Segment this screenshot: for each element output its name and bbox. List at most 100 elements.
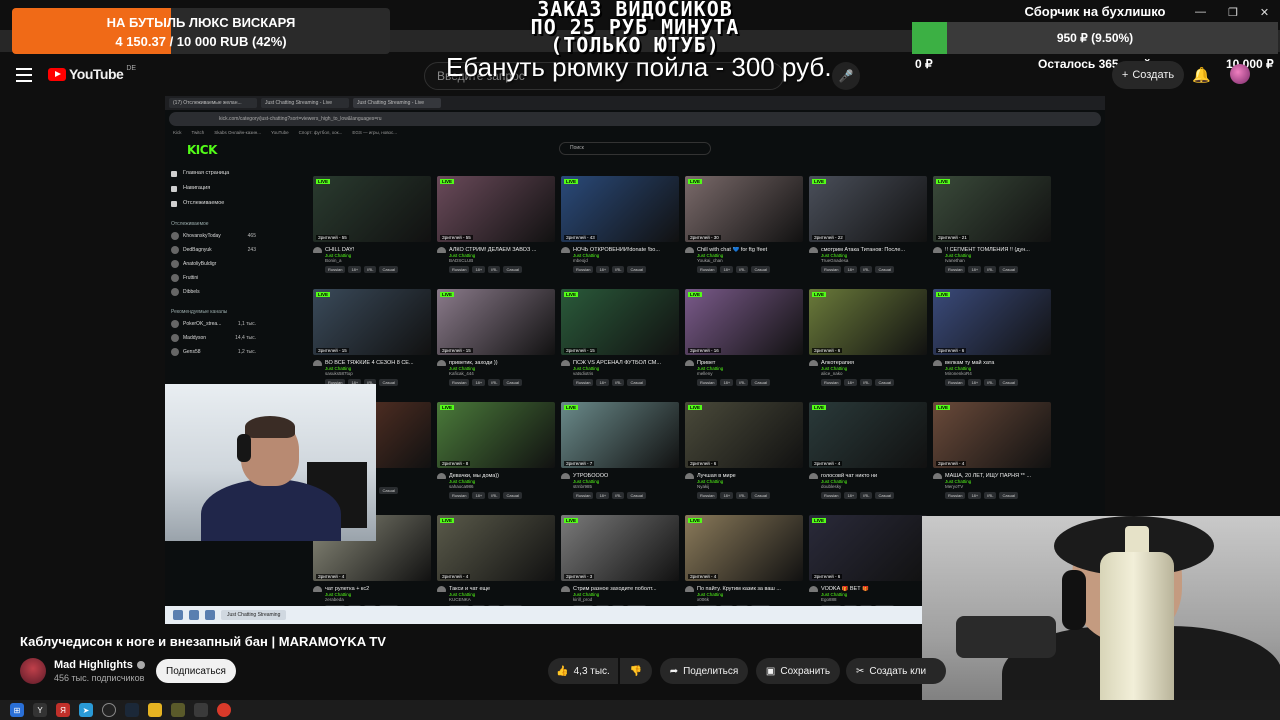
stream-title[interactable]: CHILL DAY!	[313, 247, 431, 253]
stream-card[interactable]: LIVE Зрителей - 55 CHILL DAY! Just Chatting…	[313, 176, 431, 284]
tag[interactable]: 18+	[968, 266, 982, 273]
bookmark[interactable]: YouTube	[271, 128, 289, 138]
tag[interactable]: Russian	[449, 379, 470, 386]
maximize-icon[interactable]: ❐	[1228, 6, 1238, 19]
stream-thumbnail[interactable]: LIVE Зрителей - 55	[437, 176, 555, 242]
stream-title[interactable]: Chill with chat 💙 for ftg !feet	[685, 247, 803, 253]
stream-thumbnail[interactable]: LIVE Зрителей - 3	[561, 515, 679, 581]
tag[interactable]: Russian	[821, 266, 842, 273]
stream-user[interactable]: Ego888	[809, 597, 927, 602]
window-controls[interactable]: — ❐ ✕	[1195, 6, 1269, 19]
tag[interactable]: Casual	[503, 266, 522, 273]
tag[interactable]: 18+	[968, 379, 982, 386]
stream-user[interactable]: Bonin_a	[313, 258, 431, 263]
dislike-button[interactable]: 👎	[620, 658, 652, 684]
tag[interactable]: Casual	[875, 266, 894, 273]
tag[interactable]: Casual	[875, 379, 894, 386]
stream-card[interactable]: LIVE Зрителей - 22 смотрим Атака Титанов: …	[809, 176, 927, 284]
stream-card[interactable]: LIVE Зрителей - 8 Девачки, мы дома)) Just C…	[437, 402, 555, 510]
tag[interactable]: Casual	[751, 492, 770, 499]
stream-title[interactable]: Девачки, мы дома))	[437, 473, 555, 479]
tag[interactable]: IRL	[860, 492, 873, 499]
tag[interactable]: IRL	[736, 266, 749, 273]
tag[interactable]: 18+	[844, 492, 858, 499]
stream-thumbnail[interactable]: LIVE Зрителей - 4	[685, 515, 803, 581]
stream-user[interactable]: Kaficak_444	[437, 371, 555, 376]
tag[interactable]: 18+	[844, 266, 858, 273]
like-button[interactable]: 👍 4,3 тыс.	[548, 658, 618, 684]
stream-title[interactable]: МАША, 20 ЛЕТ, ИЩУ ПАРНЯ ** ...	[933, 473, 1051, 479]
tag[interactable]: 18+	[844, 379, 858, 386]
channel-name[interactable]: Mad Highlights	[54, 659, 145, 671]
stream-user[interactable]: kirill_prod	[561, 597, 679, 602]
stream-title[interactable]: ПСЖ VS АРСЕНАЛ ФУТБОЛ СМ...	[561, 360, 679, 366]
tag[interactable]: Casual	[751, 266, 770, 273]
tag[interactable]: 18+	[472, 492, 486, 499]
tag[interactable]: 18+	[348, 266, 362, 273]
stream-card[interactable]: LIVE Зрителей - 4 МАША, 20 ЛЕТ, ИЩУ ПАРНЯ …	[933, 402, 1051, 510]
stream-card[interactable]: LIVE Зрителей - 6 велкам ту май хата Just C…	[933, 289, 1051, 397]
sidebar-channel[interactable]: Dibbels	[171, 285, 306, 299]
sidebar-channel[interactable]: Maddyson 14,4 тыс.	[171, 331, 306, 345]
tag[interactable]: Casual	[751, 379, 770, 386]
stream-title[interactable]: Привет	[685, 360, 803, 366]
stream-card[interactable]: LIVE Зрителей - 7 УТРОБОООО Just Chatting st…	[561, 402, 679, 510]
tag[interactable]: IRL	[488, 266, 501, 273]
tag[interactable]: IRL	[364, 266, 377, 273]
stream-user[interactable]: Ivanethan	[933, 258, 1051, 263]
stream-title[interactable]: Алкотерапия	[809, 360, 927, 366]
tag[interactable]: Russian	[945, 266, 966, 273]
steam-icon[interactable]	[125, 703, 139, 717]
tag[interactable]: Casual	[999, 266, 1018, 273]
create-button[interactable]: + Создать	[1112, 61, 1184, 89]
sidebar-channel[interactable]: Fruttini	[171, 271, 306, 285]
stream-thumbnail[interactable]: LIVE Зрителей - 30	[685, 176, 803, 242]
stream-user[interactable]: Nyakij	[685, 484, 803, 489]
tag[interactable]: IRL	[612, 379, 625, 386]
stream-title[interactable]: чат рулетка + кс2	[313, 586, 431, 592]
menu-icon[interactable]	[16, 68, 32, 82]
tag[interactable]: Russian	[449, 492, 470, 499]
tag[interactable]: IRL	[860, 379, 873, 386]
stream-user[interactable]: strnbr985	[561, 484, 679, 489]
folder-icon[interactable]	[148, 703, 162, 717]
close-icon[interactable]: ✕	[1260, 6, 1269, 19]
stream-card[interactable]: LIVE Зрителей - 55 АЛКО СТРИМ! ДЕЛАЕМ ЗАВО…	[437, 176, 555, 284]
yandex-icon[interactable]: Y	[33, 703, 47, 717]
stream-thumbnail[interactable]: LIVE Зрителей - 22	[809, 176, 927, 242]
tag[interactable]: Russian	[325, 266, 346, 273]
tag[interactable]: IRL	[612, 266, 625, 273]
tag[interactable]: Casual	[875, 492, 894, 499]
channel-name-text[interactable]: Mad Highlights	[54, 659, 133, 671]
tag[interactable]: Russian	[945, 492, 966, 499]
tag[interactable]: Russian	[697, 266, 718, 273]
chrome-icon[interactable]	[217, 703, 231, 717]
tag[interactable]: Russian	[697, 492, 718, 499]
sidebar-channel[interactable]: PokerOK_strea... 1,1 тыс.	[171, 317, 306, 331]
stream-thumbnail[interactable]: LIVE Зрителей - 6	[809, 515, 927, 581]
obs-icon[interactable]	[102, 703, 116, 717]
stream-card[interactable]: LIVE Зрителей - 4 голосовй чат никто ни Jus…	[809, 402, 927, 510]
stream-user[interactable]: doublesky	[809, 484, 927, 489]
tag[interactable]: Russian	[945, 379, 966, 386]
stream-card[interactable]: LIVE Зрителей - 15 приветик, заходи )) Just…	[437, 289, 555, 397]
stream-title[interactable]: смотрим Атака Титанов: После...	[809, 247, 927, 253]
tag[interactable]: 18+	[596, 266, 610, 273]
stream-thumbnail[interactable]: LIVE Зрителей - 6	[809, 289, 927, 355]
stream-user[interactable]: alice_nako	[809, 371, 927, 376]
game-icon[interactable]	[171, 703, 185, 717]
stream-user[interactable]: zerabeda	[313, 597, 431, 602]
tag[interactable]: Casual	[379, 487, 398, 494]
stream-thumbnail[interactable]: LIVE Зрителей - 6	[685, 402, 803, 468]
browser-address-bar[interactable]: kick.com/category/just-chatting?sort=vie…	[169, 112, 1101, 126]
stream-title[interactable]: VODKA 🎁 BET 🎁	[809, 586, 927, 592]
stream-thumbnail[interactable]: LIVE Зрителей - 6	[933, 289, 1051, 355]
kick-search-input[interactable]: Поиск	[559, 142, 711, 155]
stream-thumbnail[interactable]: LIVE Зрителей - 43	[561, 176, 679, 242]
stream-title[interactable]: !! СЕГМЕНТ ТОМЛЕНИЯ !! (дун...	[933, 247, 1051, 253]
stream-thumbnail[interactable]: LIVE Зрителей - 4	[933, 402, 1051, 468]
tag[interactable]: IRL	[736, 379, 749, 386]
tag[interactable]: Russian	[821, 492, 842, 499]
stream-title[interactable]: голосовй чат никто ни	[809, 473, 927, 479]
yandex-alt-icon[interactable]: Я	[56, 703, 70, 717]
